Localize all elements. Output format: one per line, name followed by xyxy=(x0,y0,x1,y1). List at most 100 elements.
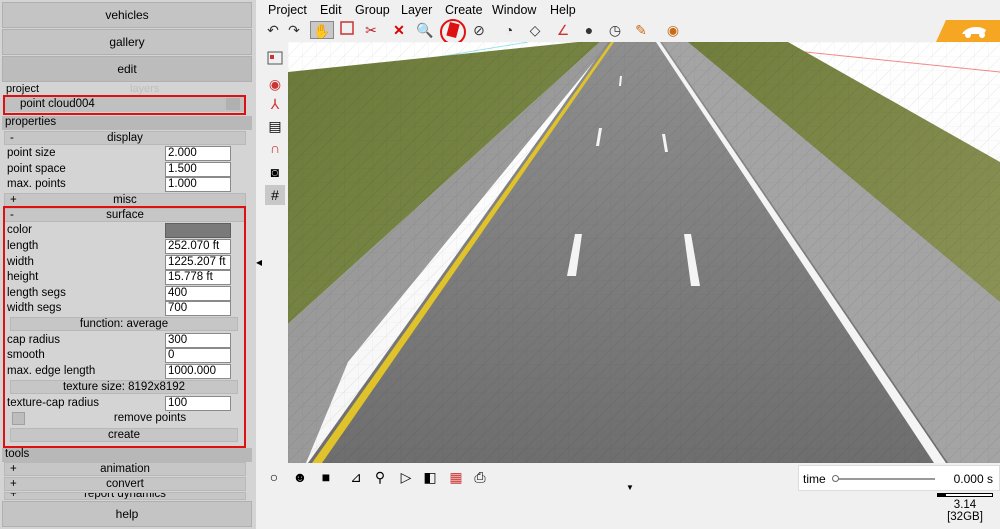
axis-icon[interactable]: ⅄ xyxy=(265,94,285,114)
menu-window[interactable]: Window xyxy=(492,3,536,17)
animation-section-header[interactable]: + animation xyxy=(4,462,246,476)
print-icon[interactable]: ⎙ xyxy=(470,467,490,487)
menu-edit[interactable]: Edit xyxy=(320,3,342,17)
align-icon[interactable]: ▤ xyxy=(265,116,285,136)
report-dynamics-title: report dynamics xyxy=(84,492,166,500)
report-icon[interactable]: ▦ xyxy=(446,467,466,487)
menu-layer[interactable]: Layer xyxy=(401,3,432,17)
point-space-row: point space 1.500 xyxy=(4,162,246,177)
width-segs-input[interactable]: 700 xyxy=(165,301,231,316)
help-button[interactable]: help xyxy=(2,501,252,527)
length-label: length xyxy=(7,240,39,252)
menu-create[interactable]: Create xyxy=(445,3,483,17)
tab-project[interactable]: project xyxy=(6,83,39,95)
3d-viewport[interactable] xyxy=(288,42,1000,463)
camera-icon[interactable]: ◙ xyxy=(265,162,285,182)
height-input[interactable]: 15.778 ft xyxy=(165,270,231,285)
color-swatch[interactable] xyxy=(165,223,231,238)
max-edge-length-input[interactable]: 1000.000 xyxy=(165,364,231,379)
play-icon[interactable]: ▷ xyxy=(396,467,416,487)
time-slider-handle[interactable] xyxy=(832,475,839,482)
smooth-input[interactable]: 0 xyxy=(165,348,231,363)
point-space-input[interactable]: 1.500 xyxy=(165,162,231,177)
width-segs-label: width segs xyxy=(7,302,62,314)
display-section-header[interactable]: - display xyxy=(4,131,246,145)
circle-tool-icon[interactable]: ● xyxy=(580,21,598,39)
select-rect-icon[interactable] xyxy=(338,21,356,39)
point-size-input[interactable]: 2.000 xyxy=(165,146,231,161)
measure-icon[interactable]: ✂ xyxy=(362,21,380,39)
gauge-icon[interactable]: ◔ xyxy=(500,21,518,39)
max-edge-length-row: max. edge length 1000.000 xyxy=(4,364,246,379)
help-circle-icon[interactable]: ◉ xyxy=(664,21,682,39)
frame-icon[interactable] xyxy=(265,50,285,70)
menu-help[interactable]: Help xyxy=(550,3,576,17)
length-segs-label: length segs xyxy=(7,287,66,299)
smooth-row: smooth 0 xyxy=(4,348,246,363)
bottom-toolbar: ○ ☻ ■ ⊿ ⚲ ▷ ◧ ▦ ⎙ ▼ time 0.000 s 3.14 [3… xyxy=(262,463,1000,529)
pan-hand-icon[interactable]: ✋ xyxy=(310,21,334,39)
report-dynamics-section-header[interactable]: + report dynamics xyxy=(4,492,246,500)
main-toolbar: ↶ ↷ ✋ ✂ ✕ 🔍 ⊘ ◔ ◇ ∠ ● ◷ ✎ ◉ xyxy=(262,19,1000,45)
circle-icon[interactable]: ○ xyxy=(264,467,284,487)
layer-visibility-toggle[interactable] xyxy=(226,98,240,110)
point-size-label: point size xyxy=(7,147,56,159)
paint-surface-icon[interactable] xyxy=(444,21,462,39)
cap-radius-row: cap radius 300 xyxy=(4,333,246,348)
remove-points-checkbox[interactable] xyxy=(12,412,25,425)
target-icon[interactable]: ◉ xyxy=(265,74,285,94)
expand-bottom-icon[interactable]: ▼ xyxy=(626,483,634,492)
undo-icon[interactable]: ↶ xyxy=(264,21,282,39)
zoom-icon[interactable]: 🔍 xyxy=(416,21,434,39)
length-segs-input[interactable]: 400 xyxy=(165,286,231,301)
max-points-label: max. points xyxy=(7,178,66,190)
menu-group[interactable]: Group xyxy=(355,3,390,17)
texture-cap-radius-label: texture-cap radius xyxy=(7,397,100,409)
tools-header[interactable]: tools xyxy=(2,448,252,462)
material-icon[interactable]: ■ xyxy=(316,467,336,487)
paint-icon[interactable]: ⚲ xyxy=(370,467,390,487)
time-slider[interactable] xyxy=(832,475,935,482)
max-points-input[interactable]: 1.000 xyxy=(165,177,231,192)
edit-button[interactable]: edit xyxy=(2,56,252,82)
texture-cap-radius-input[interactable]: 100 xyxy=(165,396,231,411)
record-icon[interactable]: ◧ xyxy=(420,467,440,487)
function-select[interactable]: function: average xyxy=(10,317,238,331)
no-entry-icon[interactable]: ⊘ xyxy=(470,21,488,39)
eraser-icon[interactable]: ◇ xyxy=(526,21,544,39)
convert-section-header[interactable]: + convert xyxy=(4,477,246,491)
menu-project[interactable]: Project xyxy=(268,3,307,17)
point-space-label: point space xyxy=(7,163,66,175)
height-row: height 15.778 ft xyxy=(4,270,246,285)
width-input[interactable]: 1225.207 ft xyxy=(165,255,231,270)
panel-tabs: project layers xyxy=(2,83,252,97)
stopwatch-icon[interactable]: ◷ xyxy=(606,21,624,39)
pencil-icon[interactable]: ✎ xyxy=(632,21,650,39)
misc-title: misc xyxy=(113,194,137,206)
surface-section-header[interactable]: - surface xyxy=(4,208,246,222)
menu-bar: Project Edit Group Layer Create Window H… xyxy=(262,0,1000,20)
vehicles-button[interactable]: vehicles xyxy=(2,2,252,28)
grid-icon[interactable]: # xyxy=(265,185,285,205)
version-text: 3.14 xyxy=(953,499,977,511)
cap-radius-label: cap radius xyxy=(7,334,61,346)
length-input[interactable]: 252.070 ft xyxy=(165,239,231,254)
memory-indicator: 3.14 [32GB] xyxy=(932,493,998,523)
misc-section-header[interactable]: + misc xyxy=(4,193,246,207)
angle-icon[interactable]: ∠ xyxy=(554,21,572,39)
create-button[interactable]: create xyxy=(10,428,238,442)
layer-list-item[interactable]: point cloud004 xyxy=(4,97,246,112)
delete-icon[interactable]: ✕ xyxy=(390,21,408,39)
magnet-icon[interactable]: ∩ xyxy=(265,138,285,158)
texture-size-select[interactable]: texture size: 8192x8192 xyxy=(10,380,238,394)
length-segs-row: length segs 400 xyxy=(4,286,246,301)
cap-radius-input[interactable]: 300 xyxy=(165,333,231,348)
driver-icon[interactable]: ☻ xyxy=(290,467,310,487)
point-size-row: point size 2.000 xyxy=(4,146,246,161)
properties-header[interactable]: properties xyxy=(2,116,252,130)
gallery-button[interactable]: gallery xyxy=(2,29,252,55)
tab-layers[interactable]: layers xyxy=(130,83,159,95)
graph-icon[interactable]: ⊿ xyxy=(346,467,366,487)
redo-icon[interactable]: ↷ xyxy=(285,21,303,39)
animation-title: animation xyxy=(100,463,150,475)
